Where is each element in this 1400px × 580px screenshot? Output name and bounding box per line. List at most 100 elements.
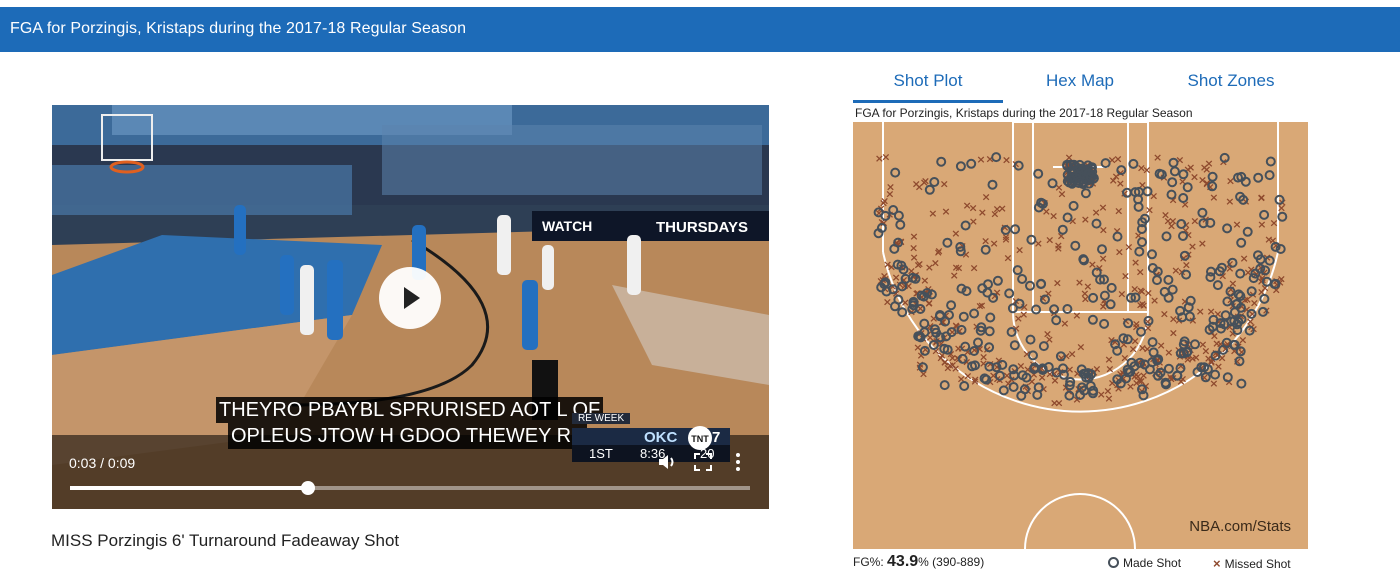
missed-shot-marker[interactable]: × [1191,351,1200,364]
missed-shot-marker[interactable]: × [954,262,963,275]
missed-shot-marker[interactable]: × [1043,328,1052,341]
chart-title: FGA for Porzingis, Kristaps during the 2… [855,106,1193,120]
missed-shot-marker[interactable]: × [1232,218,1241,231]
missed-shot-marker[interactable]: × [1196,305,1205,318]
missed-shot-marker[interactable]: × [1121,270,1130,283]
missed-shot-marker[interactable]: × [990,207,999,220]
missed-shot-marker[interactable]: × [1114,205,1123,218]
court-svg: × × × × × × × × × × × × × × × × × × × × × × × × × × × × × × × × × × × × × × × ×… [853,121,1308,550]
missed-shot-marker[interactable]: × [1115,246,1124,259]
missed-shot-marker[interactable]: × [880,194,889,207]
tab-hex-map[interactable]: Hex Map [1005,66,1155,100]
missed-shot-marker[interactable]: × [951,227,960,240]
missed-shot-marker[interactable]: × [969,262,978,275]
shot-chart: × × × × × × × × × × × × × × × × × × × × × × × × × × × × × × × × × × × × × × × ×… [853,121,1308,550]
fullscreen-button[interactable] [693,452,713,477]
missed-shot-marker[interactable]: × [891,271,900,284]
legend-made: Made Shot [1108,556,1181,570]
missed-shot-marker[interactable]: × [1104,392,1113,405]
video-description: MISS Porzingis 6' Turnaround Fadeaway Sh… [51,531,400,550]
missed-shot-marker[interactable]: × [940,178,949,191]
missed-shot-marker[interactable]: × [1225,195,1234,208]
missed-shot-marker[interactable]: × [977,299,986,312]
overlay-thursdays: THURSDAYS [656,219,748,236]
more-options-button[interactable] [734,452,742,477]
missed-shot-marker[interactable]: × [1098,201,1107,214]
overlay-watch: WATCH [542,218,592,234]
missed-shot-marker[interactable]: × [971,373,980,386]
missed-shot-marker[interactable]: × [1257,191,1266,204]
missed-shot-marker[interactable]: × [1067,347,1076,360]
missed-shot-marker[interactable]: × [1049,209,1058,222]
missed-shot-marker[interactable]: × [1153,151,1162,164]
missed-shot-marker[interactable]: × [941,205,950,218]
missed-shot-marker[interactable]: × [1003,251,1012,264]
missed-shot-marker[interactable]: × [989,237,998,250]
missed-shot-marker[interactable]: × [883,258,892,271]
tab-shot-plot[interactable]: Shot Plot [853,66,1003,103]
missed-shot-marker[interactable]: × [1060,317,1069,330]
missed-shot-marker[interactable]: × [976,153,985,166]
fg-label: FG%: [853,555,884,569]
missed-shot-marker[interactable]: × [1149,189,1158,202]
missed-shot-marker[interactable]: × [931,256,940,269]
missed-shot-marker[interactable]: × [1168,215,1177,228]
play-button[interactable] [379,267,441,329]
tab-shot-zones[interactable]: Shot Zones [1156,66,1306,100]
missed-shot-marker[interactable]: × [1180,198,1189,211]
missed-shot-marker[interactable]: × [979,351,988,364]
missed-shot-marker[interactable]: × [1076,340,1085,353]
fg-unit: % [918,555,929,569]
missed-shot-marker[interactable]: × [968,201,977,214]
fg-percentage: 43.9 [887,553,919,570]
missed-shot-marker[interactable]: × [909,242,918,255]
more-vertical-icon [736,453,740,471]
missed-shot-marker[interactable]: × [1111,170,1120,183]
missed-shot-marker[interactable]: × [1075,276,1084,289]
missed-shot-marker[interactable]: × [1150,294,1159,307]
missed-shot-marker[interactable]: × [1169,327,1178,340]
page-title: FGA for Porzingis, Kristaps during the 2… [10,20,467,37]
missed-shot-marker[interactable]: × [1117,288,1126,301]
missed-shot-marker[interactable]: × [1072,309,1081,322]
video-progress-bar[interactable] [70,481,750,495]
missed-shot-icon: × [1213,556,1221,571]
missed-shot-marker[interactable]: × [928,207,937,220]
missed-shot-marker[interactable]: × [1257,218,1266,231]
missed-shot-marker[interactable]: × [1053,276,1062,289]
chart-tabs: Shot Plot Hex Map Shot Zones [853,66,1308,103]
missed-shot-marker[interactable]: × [978,206,987,219]
missed-shot-marker[interactable]: × [1104,353,1113,366]
legend-missed: × Missed Shot [1213,556,1291,571]
volume-button[interactable] [656,451,678,478]
missed-shot-marker[interactable]: × [1015,244,1024,257]
missed-shot-marker[interactable]: × [1124,241,1133,254]
missed-shot-marker[interactable]: × [1198,237,1207,250]
missed-shot-marker[interactable]: × [1131,256,1140,269]
tnt-logo-icon: TNT [688,426,712,450]
missed-shot-marker[interactable]: × [1057,187,1066,200]
missed-shot-marker[interactable]: × [1269,217,1278,230]
missed-shot-marker[interactable]: × [1081,213,1090,226]
caption-line-1: THEYRO PBAYBL SPRURISED AOT L OF [216,397,604,423]
missed-shot-marker[interactable]: × [981,190,990,203]
missed-shot-marker[interactable]: × [1014,312,1023,325]
missed-shot-marker[interactable]: × [1054,397,1063,410]
missed-shot-marker[interactable]: × [1204,157,1213,170]
progress-fill [70,486,308,490]
volume-icon [659,455,674,469]
missed-shot-marker[interactable]: × [1190,214,1199,227]
missed-shot-marker[interactable]: × [1002,154,1011,167]
missed-shot-marker[interactable]: × [881,150,890,163]
missed-shot-marker[interactable]: × [1080,287,1089,300]
header-bar: FGA for Porzingis, Kristaps during the 2… [0,7,1400,52]
progress-scrubber[interactable] [301,481,315,495]
missed-shot-marker[interactable]: × [1054,239,1063,252]
video-player[interactable]: WATCH THURSDAYS THEYRO PBAYBL SPRURISED … [52,105,769,509]
missed-shot-marker[interactable]: × [1160,308,1169,321]
nba-stats-watermark: NBA.com/Stats [1189,518,1291,535]
missed-shot-marker[interactable]: × [1250,297,1259,310]
score-week: RE WEEK [572,413,631,424]
caption-line-2: OPLEUS JTOW H GDOO THEWEY RE [228,423,588,449]
svg-text:TNT: TNT [691,434,709,444]
